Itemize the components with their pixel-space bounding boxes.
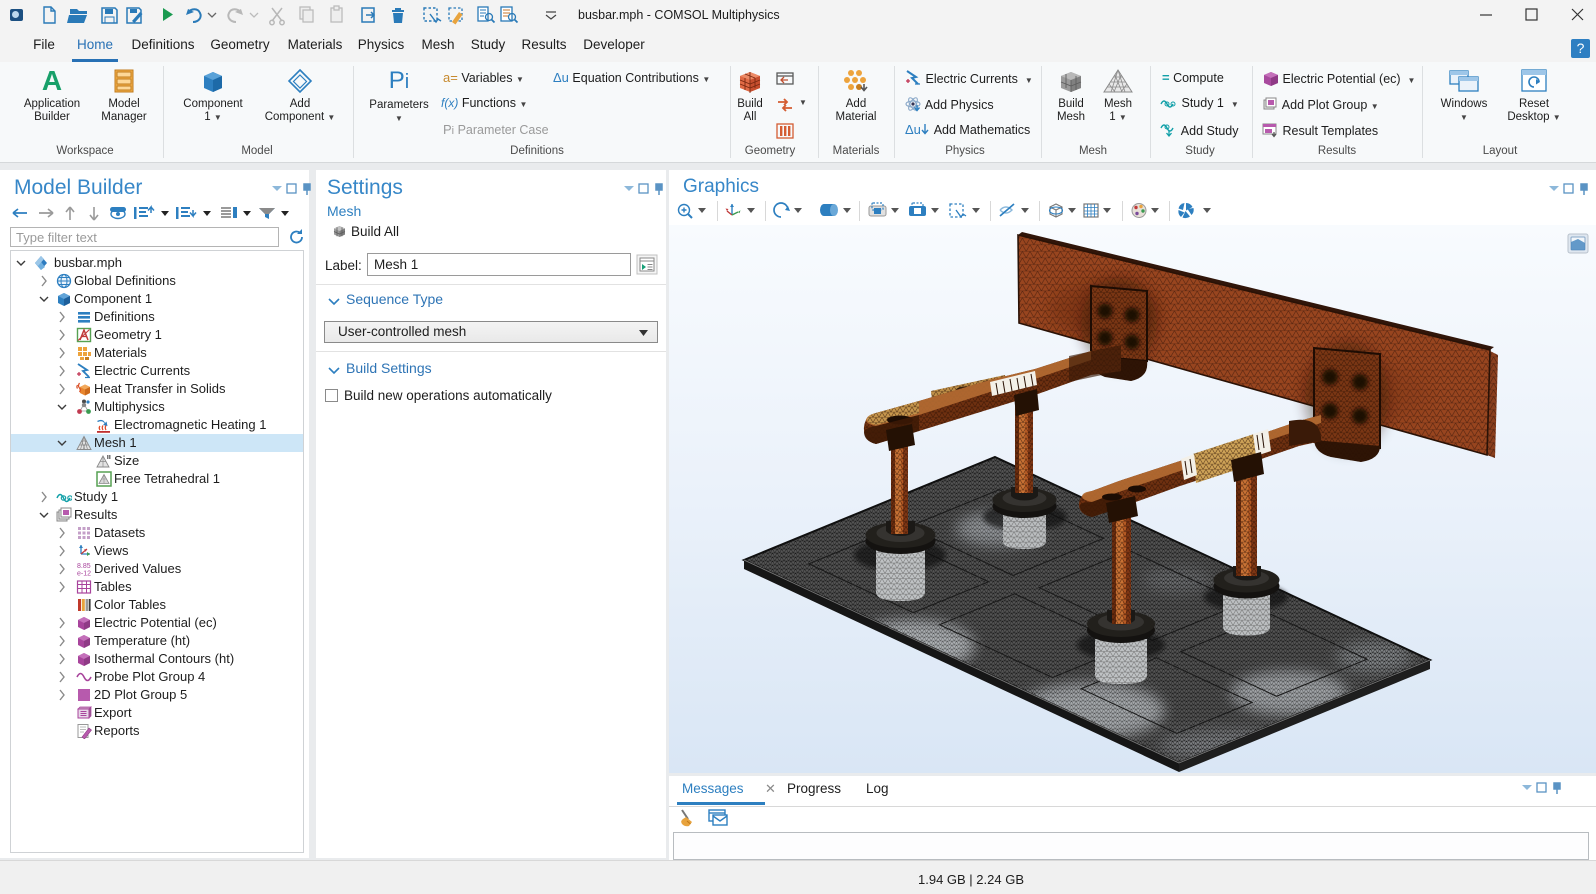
- svg-text:8.85: 8.85: [77, 563, 91, 570]
- svg-text:e-12: e-12: [77, 571, 91, 578]
